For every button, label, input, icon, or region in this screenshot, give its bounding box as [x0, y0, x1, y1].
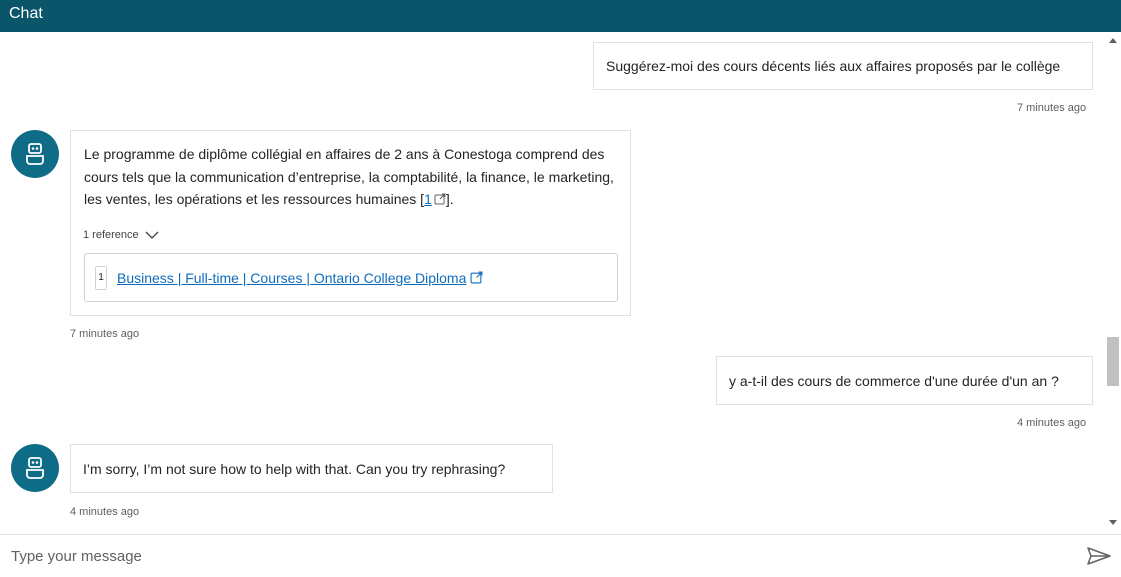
message-input[interactable]	[0, 535, 1070, 577]
bot-icon	[26, 457, 44, 479]
bot-message-body: Le programme de diplôme collégial en aff…	[84, 146, 614, 207]
bot-message-text: Le programme de diplôme collégial en aff…	[84, 143, 624, 211]
bot-icon	[26, 143, 44, 165]
external-link-icon	[470, 271, 483, 284]
send-button[interactable]	[1084, 545, 1114, 569]
user-message: y a-t-il des cours de commerce d'une dur…	[716, 356, 1093, 405]
citation-link[interactable]: 1	[424, 191, 432, 207]
message-timestamp: 4 minutes ago	[1017, 417, 1087, 429]
external-link-icon	[434, 193, 446, 205]
bot-message: I’m sorry, I’m not sure how to help with…	[70, 444, 553, 493]
reference-card[interactable]: 1 Business | Full-time | Courses | Ontar…	[84, 253, 618, 302]
user-message: Suggérez-moi des cours décents liés aux …	[593, 42, 1093, 90]
user-message-text: Suggérez-moi des cours décents liés aux …	[606, 58, 1061, 74]
bot-message: Le programme de diplôme collégial en aff…	[70, 130, 631, 316]
chat-transcript[interactable]: Suggérez-moi des cours décents liés aux …	[0, 32, 1105, 534]
transcript-scrollbar[interactable]	[1105, 32, 1121, 534]
reference-link[interactable]: Business | Full-time | Courses | Ontario…	[117, 270, 466, 286]
message-timestamp: 4 minutes ago	[70, 506, 140, 518]
message-timestamp: 7 minutes ago	[1017, 102, 1087, 114]
bot-avatar	[11, 444, 59, 492]
bot-avatar	[11, 130, 59, 178]
chevron-down-icon	[145, 231, 159, 239]
reference-index: 1	[95, 265, 107, 290]
scrollbar-thumb[interactable]	[1107, 337, 1119, 386]
scroll-down-arrow-icon[interactable]	[1109, 520, 1117, 525]
chat-title: Chat	[9, 5, 43, 22]
message-timestamp: 7 minutes ago	[70, 328, 140, 340]
send-icon	[1087, 546, 1111, 565]
references-toggle-label: 1 reference	[83, 229, 139, 241]
bot-message-text: I’m sorry, I’m not sure how to help with…	[83, 460, 506, 477]
references-toggle[interactable]: 1 reference	[83, 229, 159, 241]
user-message-text: y a-t-il des cours de commerce d'une dur…	[729, 372, 1059, 389]
message-input-bar	[0, 534, 1121, 577]
citation-close: ].	[445, 191, 454, 207]
scroll-up-arrow-icon[interactable]	[1109, 38, 1117, 43]
chat-header: Chat	[0, 0, 1121, 32]
